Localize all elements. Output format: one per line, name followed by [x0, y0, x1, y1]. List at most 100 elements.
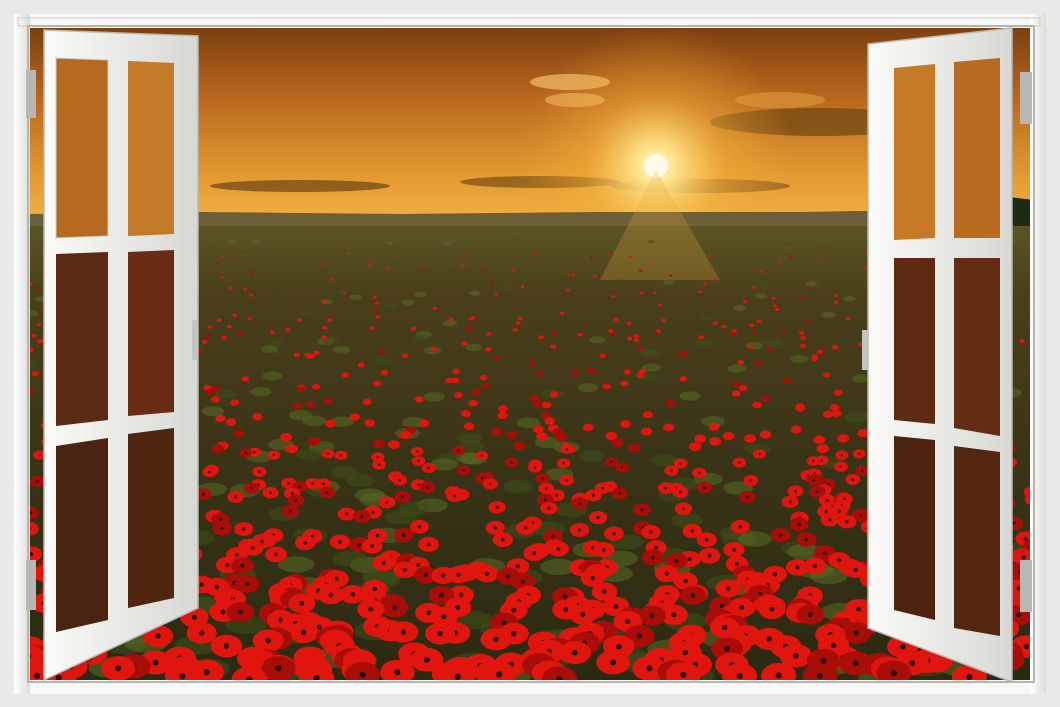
poppy — [709, 437, 721, 446]
window-view-scene — [0, 0, 1060, 707]
leaf — [201, 406, 225, 417]
leaf — [468, 290, 481, 296]
poppy — [349, 413, 361, 421]
hinge-icon — [1020, 72, 1032, 124]
poppy — [364, 419, 375, 427]
poppy-center — [724, 645, 730, 652]
poppy-center — [339, 454, 343, 457]
poppy — [461, 341, 468, 346]
poppy-center — [636, 633, 642, 639]
poppy-center — [736, 672, 743, 680]
poppy — [532, 425, 544, 434]
poppy — [479, 374, 488, 381]
poppy — [399, 430, 412, 440]
poppy-center — [1023, 643, 1030, 650]
poppy — [312, 383, 321, 390]
poppy — [737, 359, 745, 365]
poppy-center — [679, 462, 682, 465]
poppy-center — [501, 537, 505, 542]
poppy-center — [294, 498, 298, 502]
poppy — [518, 316, 523, 321]
poppy-center — [674, 558, 679, 563]
poppy — [323, 397, 333, 404]
leaf — [695, 339, 713, 348]
poppy-center — [572, 649, 578, 656]
poppy-center — [845, 520, 849, 524]
poppy-center — [360, 514, 364, 519]
poppy — [639, 291, 644, 295]
poppy — [374, 301, 379, 305]
poppy — [247, 316, 252, 321]
poppy — [454, 392, 463, 399]
poppy — [714, 278, 718, 281]
poppy-center — [357, 542, 362, 547]
window-handle-icon[interactable] — [862, 330, 868, 370]
poppy-center — [269, 491, 272, 495]
poppy — [468, 399, 478, 407]
poppy-center — [547, 506, 551, 510]
poppy — [559, 311, 565, 315]
poppy — [480, 268, 485, 271]
poppy — [373, 380, 382, 387]
poppy — [215, 414, 226, 423]
poppy-center — [612, 531, 616, 536]
poppy — [327, 314, 333, 319]
poppy-center — [806, 474, 809, 477]
poppy — [752, 286, 757, 290]
poppy-center — [201, 492, 205, 496]
poppy — [481, 383, 490, 389]
poppy — [430, 346, 437, 352]
poppy — [230, 399, 240, 406]
poppy — [468, 317, 474, 321]
poppy — [661, 318, 666, 322]
poppy — [461, 263, 465, 267]
poppy — [834, 294, 839, 298]
poppy-center — [732, 547, 736, 552]
leaf — [520, 278, 532, 284]
poppy-center — [591, 493, 595, 497]
poppy-center — [289, 509, 293, 513]
leaf — [754, 293, 767, 299]
leaf — [503, 480, 533, 494]
leaf — [423, 392, 445, 402]
poppy-center — [115, 665, 122, 672]
poppy-center — [856, 606, 862, 612]
poppy-center — [722, 625, 728, 631]
poppy — [749, 323, 755, 328]
poppy-center — [417, 483, 421, 487]
leaf — [207, 246, 216, 250]
leaf — [383, 302, 397, 309]
poppy — [640, 427, 653, 436]
poppy-center — [851, 478, 855, 481]
poppy — [512, 327, 519, 332]
poppy-center — [565, 478, 568, 482]
poppy — [761, 395, 771, 403]
poppy — [845, 316, 851, 321]
poppy — [515, 321, 521, 326]
poppy-center — [900, 643, 906, 650]
right-window-sash[interactable] — [862, 27, 1013, 684]
poppy — [613, 317, 619, 322]
poppy — [636, 346, 643, 351]
poppy — [368, 258, 372, 261]
poppy-center — [804, 537, 809, 542]
poppy — [492, 355, 500, 361]
window-handle-icon[interactable] — [192, 320, 198, 360]
poppy-center — [220, 526, 224, 530]
poppy — [322, 262, 327, 265]
poppy — [611, 294, 616, 298]
left-window-sash[interactable] — [43, 29, 199, 682]
poppy-center — [646, 665, 653, 672]
poppy-center — [745, 495, 749, 499]
poppy-center — [203, 669, 210, 676]
leaf — [277, 289, 290, 296]
poppy — [626, 321, 632, 326]
poppy-center — [511, 607, 517, 613]
poppy-center — [191, 614, 197, 620]
leaf — [289, 410, 312, 421]
leaf — [352, 286, 364, 293]
poppy — [688, 442, 702, 452]
poppy — [327, 318, 333, 323]
poppy — [269, 330, 276, 335]
poppy — [590, 256, 594, 259]
